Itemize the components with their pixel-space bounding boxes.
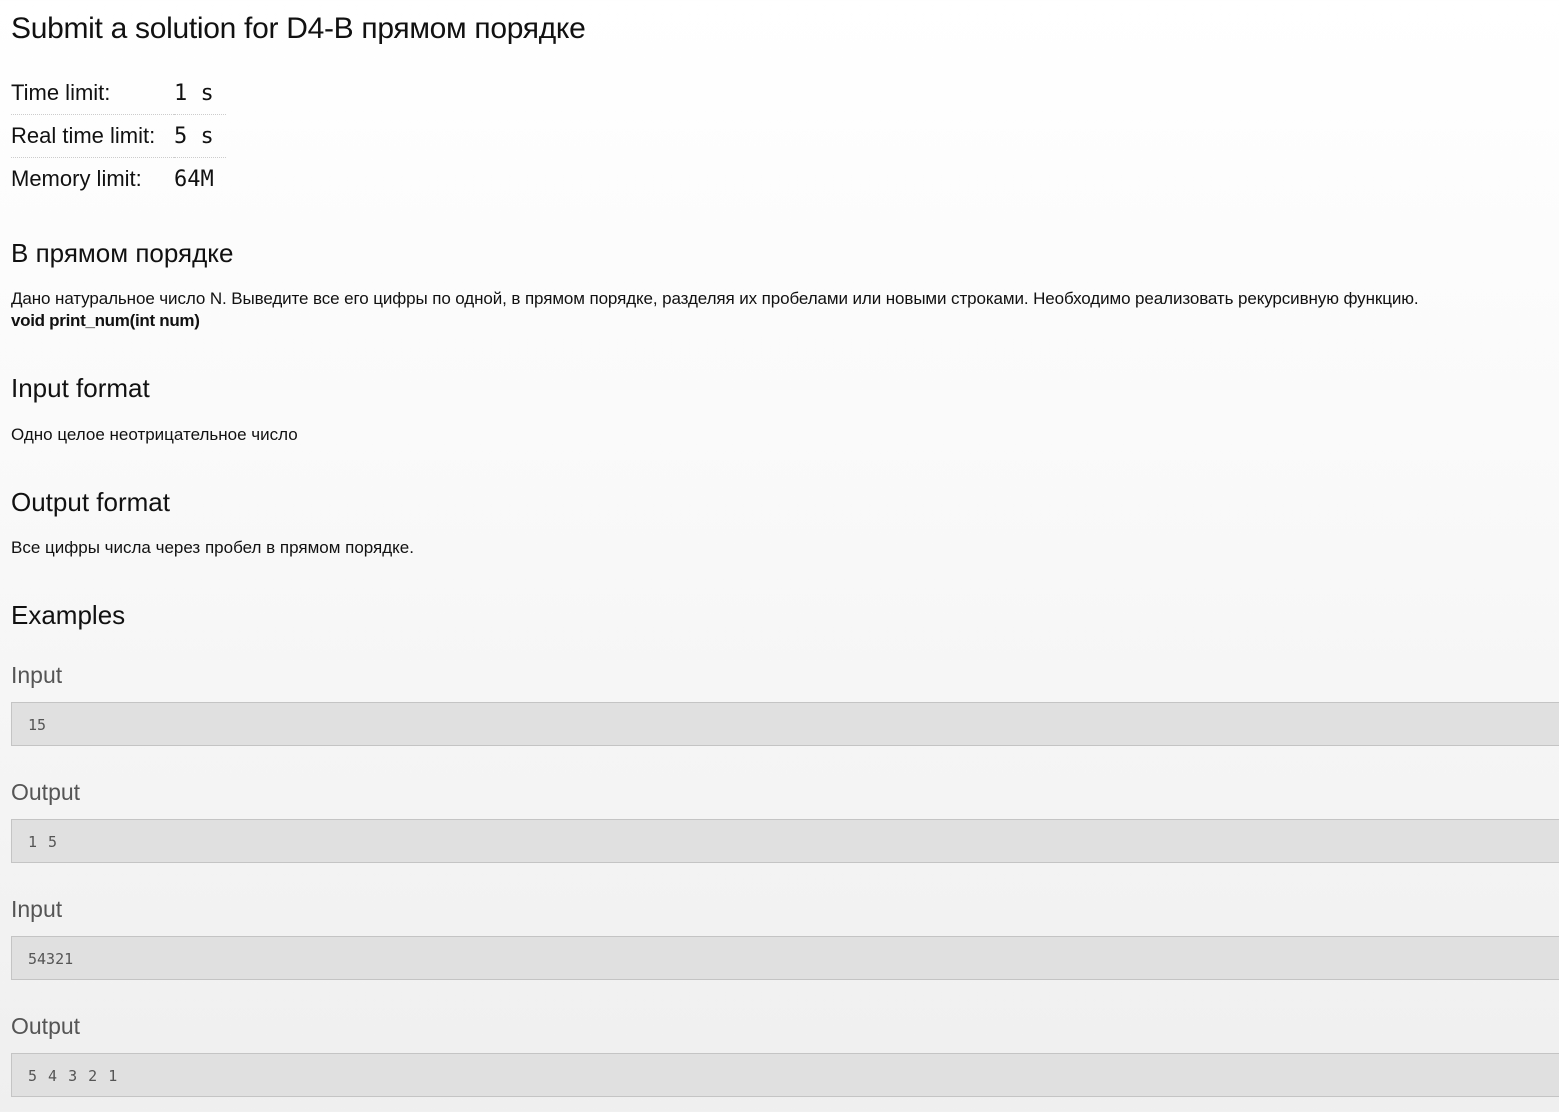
output-format-heading: Output format (11, 487, 170, 517)
memory-limit-row: Memory limit: 64M (11, 158, 226, 201)
real-time-limit-label: Real time limit: (11, 114, 174, 158)
output-format-text: Все цифры числа через пробел в прямом по… (11, 538, 414, 557)
example-1-input: 15 (11, 702, 1559, 746)
real-time-limit-value: 5 s (174, 114, 226, 158)
real-time-limit-row: Real time limit: 5 s (11, 114, 226, 158)
time-limit-value: 1 s (174, 72, 226, 115)
problem-name: В прямом порядке (11, 238, 234, 268)
function-signature: void print_num(int num) (11, 311, 200, 330)
input-format-heading: Input format (11, 373, 150, 403)
example-1-output-label: Output (11, 779, 81, 805)
example-1-input-label: Input (11, 662, 63, 688)
memory-limit-value: 64M (174, 166, 214, 192)
problem-statement: Дано натуральное число N. Выведите все е… (11, 289, 1419, 308)
example-2-output-label: Output (11, 1013, 81, 1039)
examples-heading: Examples (11, 600, 126, 630)
limits-table: Time limit: 1 s Real time limit: 5 s Memor… (11, 72, 226, 200)
example-2-input-label: Input (11, 896, 63, 922)
example-2-input: 54321 (11, 936, 1559, 980)
time-limit-label: Time limit: (11, 72, 174, 115)
page-title: Submit a solution for D4-B прямом порядк… (11, 12, 586, 45)
input-format-text: Одно целое неотрицательное число (11, 425, 298, 444)
example-2-output: 5 4 3 2 1 (11, 1053, 1559, 1097)
memory-limit-label: Memory limit: (11, 166, 142, 191)
time-limit-row: Time limit: 1 s (11, 72, 226, 115)
example-1-output: 1 5 (11, 819, 1559, 863)
